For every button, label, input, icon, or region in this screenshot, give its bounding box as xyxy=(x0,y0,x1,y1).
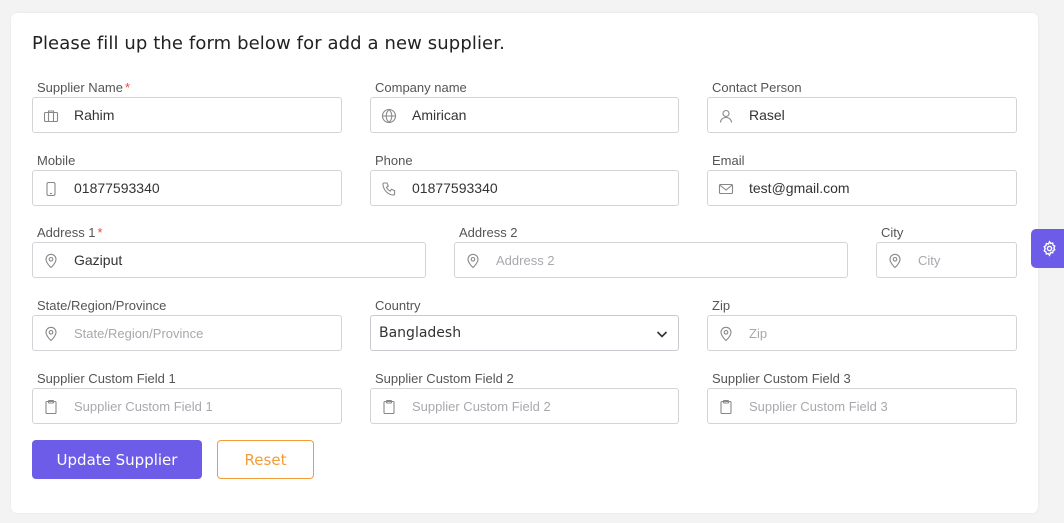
custom-field-1-input[interactable] xyxy=(74,389,334,423)
city-field[interactable] xyxy=(876,242,1017,278)
custom-field-1[interactable] xyxy=(32,388,342,424)
address2-label: Address 2 xyxy=(459,225,518,240)
custom-field-3-label: Supplier Custom Field 3 xyxy=(712,371,851,386)
state-field[interactable] xyxy=(32,315,342,351)
clipboard-icon xyxy=(43,399,59,415)
settings-tab[interactable] xyxy=(1031,229,1064,268)
zip-field[interactable] xyxy=(707,315,1017,351)
custom-field-3-input[interactable] xyxy=(749,389,1009,423)
country-selected-value: Bangladesh xyxy=(379,325,462,341)
custom-field-2[interactable] xyxy=(370,388,679,424)
mobile-icon xyxy=(43,181,59,197)
location-icon xyxy=(465,253,481,269)
chevron-down-icon xyxy=(655,327,669,341)
email-label: Email xyxy=(712,153,745,168)
company-name-label: Company name xyxy=(375,80,467,95)
briefcase-icon xyxy=(43,108,59,124)
company-name-field[interactable] xyxy=(370,97,679,133)
supplier-form-card: Please fill up the form below for add a … xyxy=(11,13,1038,513)
phone-label: Phone xyxy=(375,153,413,168)
supplier-name-input[interactable] xyxy=(74,98,334,132)
reset-button[interactable]: Reset xyxy=(217,440,314,479)
update-supplier-button[interactable]: Update Supplier xyxy=(32,440,202,479)
country-select[interactable]: Bangladesh xyxy=(370,315,679,351)
state-label: State/Region/Province xyxy=(37,298,167,313)
location-icon xyxy=(43,253,59,269)
clipboard-icon xyxy=(381,399,397,415)
address2-input[interactable] xyxy=(496,243,836,277)
zip-label: Zip xyxy=(712,298,731,313)
city-label: City xyxy=(881,225,904,240)
phone-input[interactable] xyxy=(412,171,672,205)
custom-field-2-input[interactable] xyxy=(412,389,672,423)
address1-input[interactable] xyxy=(74,243,414,277)
zip-input[interactable] xyxy=(749,316,1009,350)
contact-person-label: Contact Person xyxy=(712,80,802,95)
globe-icon xyxy=(381,108,397,124)
phone-icon xyxy=(381,181,397,197)
supplier-name-label: Supplier Name * xyxy=(37,80,131,95)
mail-icon xyxy=(718,181,734,197)
email-field[interactable] xyxy=(707,170,1017,206)
phone-field[interactable] xyxy=(370,170,679,206)
mobile-input[interactable] xyxy=(74,171,334,205)
required-marker: * xyxy=(97,225,103,240)
contact-person-field[interactable] xyxy=(707,97,1017,133)
location-icon xyxy=(43,326,59,342)
company-name-input[interactable] xyxy=(412,98,672,132)
location-icon xyxy=(887,253,903,269)
custom-field-3[interactable] xyxy=(707,388,1017,424)
custom-field-2-label: Supplier Custom Field 2 xyxy=(375,371,514,386)
city-input[interactable] xyxy=(918,243,1010,277)
custom-field-1-label: Supplier Custom Field 1 xyxy=(37,371,176,386)
required-marker: * xyxy=(125,80,131,95)
country-label: Country xyxy=(375,298,421,313)
email-input[interactable] xyxy=(749,171,1009,205)
address2-field[interactable] xyxy=(454,242,848,278)
location-icon xyxy=(718,326,734,342)
form-title: Please fill up the form below for add a … xyxy=(32,33,505,54)
user-icon xyxy=(718,108,734,124)
mobile-label: Mobile xyxy=(37,153,76,168)
address1-label: Address 1 * xyxy=(37,225,103,240)
address1-field[interactable] xyxy=(32,242,426,278)
clipboard-icon xyxy=(718,399,734,415)
state-input[interactable] xyxy=(74,316,334,350)
contact-person-input[interactable] xyxy=(749,98,1009,132)
mobile-field[interactable] xyxy=(32,170,342,206)
supplier-name-field[interactable] xyxy=(32,97,342,133)
